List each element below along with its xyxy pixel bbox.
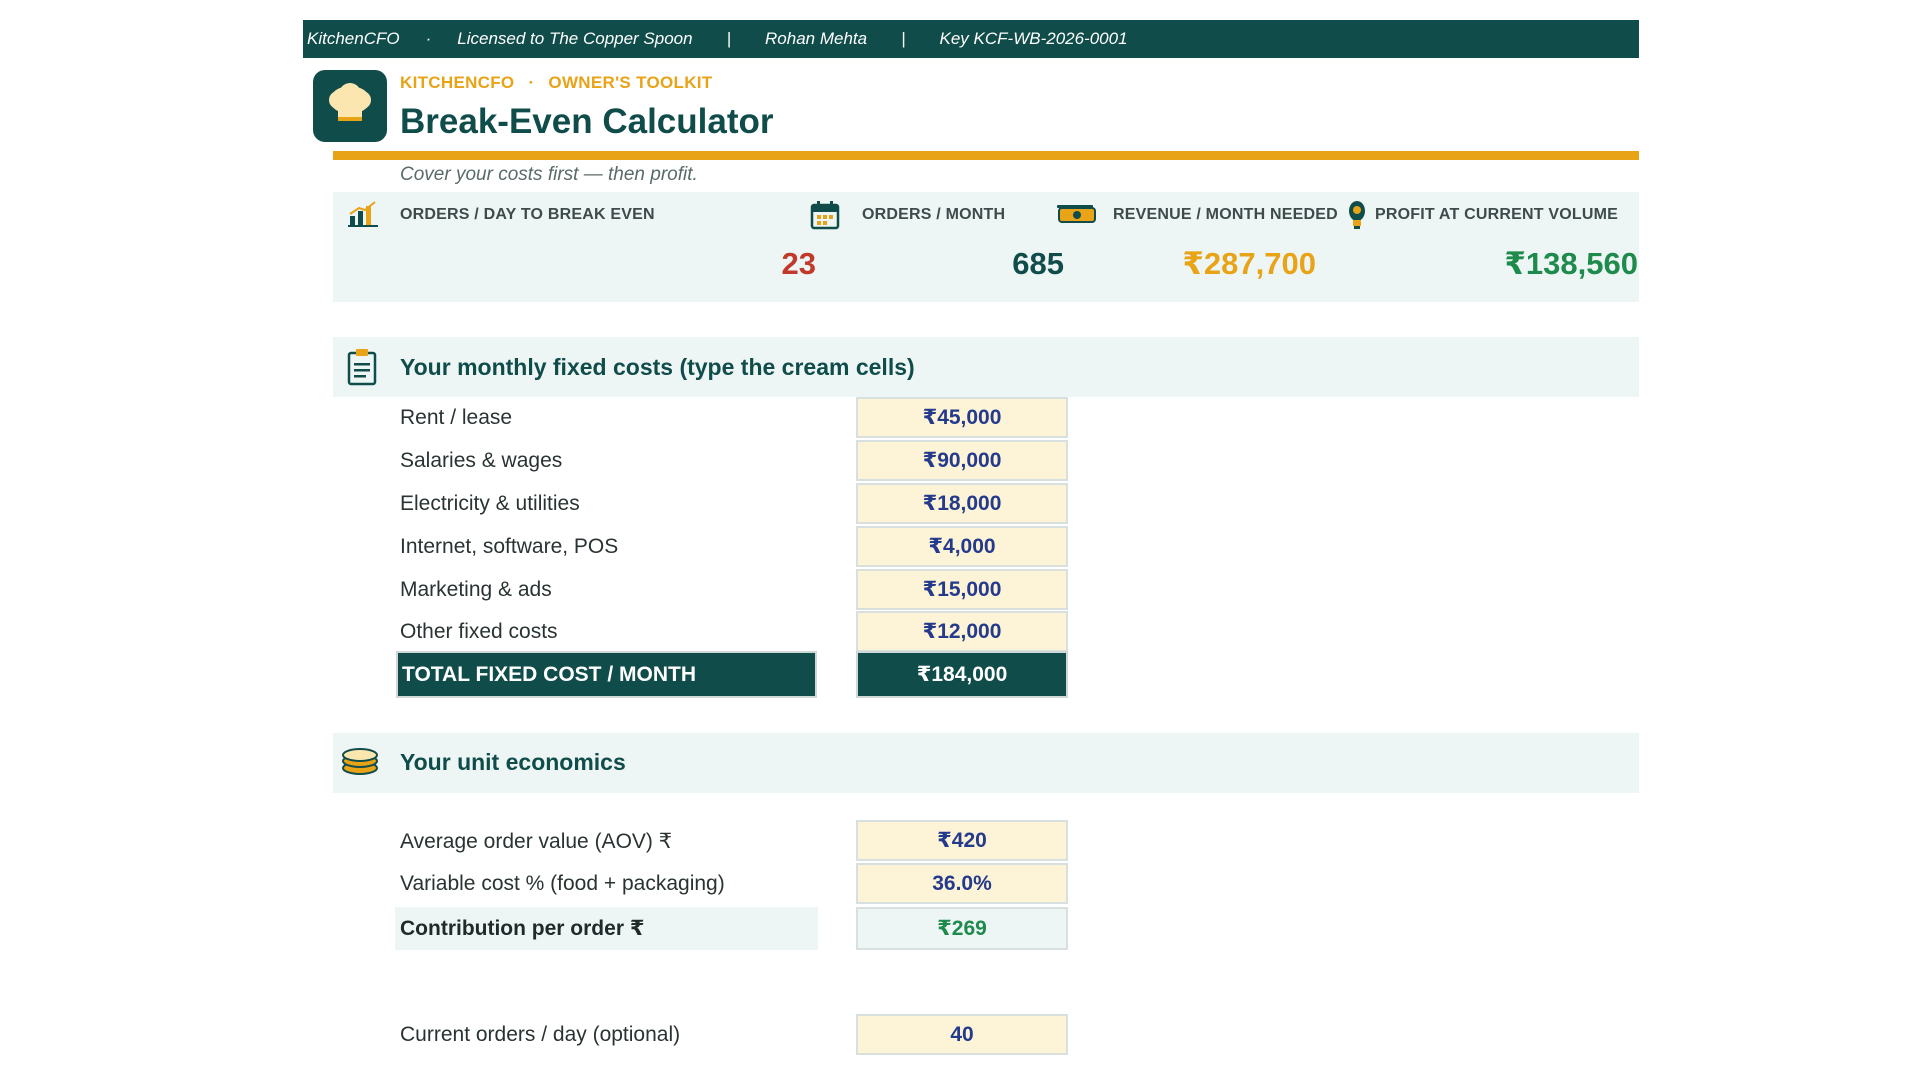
contribution-label: Contribution per order ₹: [395, 907, 818, 950]
kpi-value-orders-day: 23: [781, 246, 816, 281]
total-fixed-cost-label: TOTAL FIXED COST / MONTH: [396, 651, 817, 698]
fixed-cost-input-salaries[interactable]: ₹90,000: [856, 440, 1068, 481]
kpi-value-orders-month: 685: [1012, 246, 1064, 281]
tagline: Cover your costs first — then profit.: [400, 164, 698, 185]
page-title: Break-Even Calculator: [400, 102, 774, 141]
fixed-cost-label-rent: Rent / lease: [400, 406, 513, 429]
fixed-cost-label-electricity: Electricity & utilities: [400, 492, 580, 515]
fixed-costs-title: Your monthly fixed costs (type the cream…: [400, 354, 915, 380]
fixed-cost-input-marketing[interactable]: ₹15,000: [856, 569, 1068, 610]
calendar-icon: [810, 200, 840, 235]
license-pipe-1: |: [726, 29, 732, 48]
bar-chart-icon: [347, 200, 379, 233]
aov-label: Average order value (AOV) ₹: [400, 830, 673, 853]
kpi-value-profit: ₹138,560: [1504, 246, 1638, 281]
fixed-cost-input-other[interactable]: ₹12,000: [856, 611, 1068, 652]
current-orders-input[interactable]: 40: [856, 1014, 1068, 1055]
license-licensee: Licensed to The Copper Spoon: [457, 29, 693, 48]
fixed-cost-input-rent[interactable]: ₹45,000: [856, 397, 1068, 438]
toolkit-name: OWNER'S TOOLKIT: [548, 73, 713, 92]
lightbulb-icon: [1347, 200, 1367, 235]
kpi-label-profit: PROFIT AT CURRENT VOLUME: [1375, 206, 1619, 223]
total-fixed-cost-value: ₹184,000: [856, 651, 1068, 698]
kpi-label-revenue: REVENUE / MONTH NEEDED: [1113, 206, 1338, 223]
kpi-label-orders-day: ORDERS / DAY TO BREAK EVEN: [400, 206, 655, 223]
kpi-label-orders-month: ORDERS / MONTH: [862, 206, 1006, 223]
license-product: KitchenCFO: [307, 29, 400, 48]
fixed-cost-input-electricity[interactable]: ₹18,000: [856, 483, 1068, 524]
license-dot: ·: [425, 29, 432, 48]
kpi-value-revenue: ₹287,700: [1182, 246, 1316, 281]
clipboard-icon: [347, 348, 377, 391]
current-orders-label: Current orders / day (optional): [400, 1023, 681, 1046]
unit-economics-title: Your unit economics: [400, 749, 626, 775]
fixed-cost-label-marketing: Marketing & ads: [400, 578, 552, 601]
coins-icon: [340, 748, 380, 781]
brand-name: KITCHENCFO: [400, 73, 515, 92]
cash-icon: [1056, 202, 1098, 231]
variable-cost-input[interactable]: 36.0%: [856, 863, 1068, 904]
accent-rule: [333, 151, 1639, 160]
aov-input[interactable]: ₹420: [856, 820, 1068, 861]
brand-separator: ·: [528, 73, 535, 92]
fixed-cost-label-salaries: Salaries & wages: [400, 449, 563, 472]
fixed-cost-label-other: Other fixed costs: [400, 620, 558, 643]
contribution-value: ₹269: [856, 907, 1068, 950]
license-key: Key KCF-WB-2026-0001: [939, 29, 1128, 48]
chef-hat-logo-icon: [313, 70, 387, 142]
brand-line: KITCHENCFO · OWNER'S TOOLKIT: [400, 73, 712, 93]
license-user: Rohan Mehta: [765, 29, 868, 48]
variable-cost-label: Variable cost % (food + packaging): [400, 872, 725, 895]
fixed-cost-label-internet: Internet, software, POS: [400, 535, 619, 558]
fixed-cost-input-internet[interactable]: ₹4,000: [856, 526, 1068, 567]
license-pipe-2: |: [901, 29, 906, 48]
license-bar: KitchenCFO · Licensed to The Copper Spoo…: [303, 20, 1639, 58]
